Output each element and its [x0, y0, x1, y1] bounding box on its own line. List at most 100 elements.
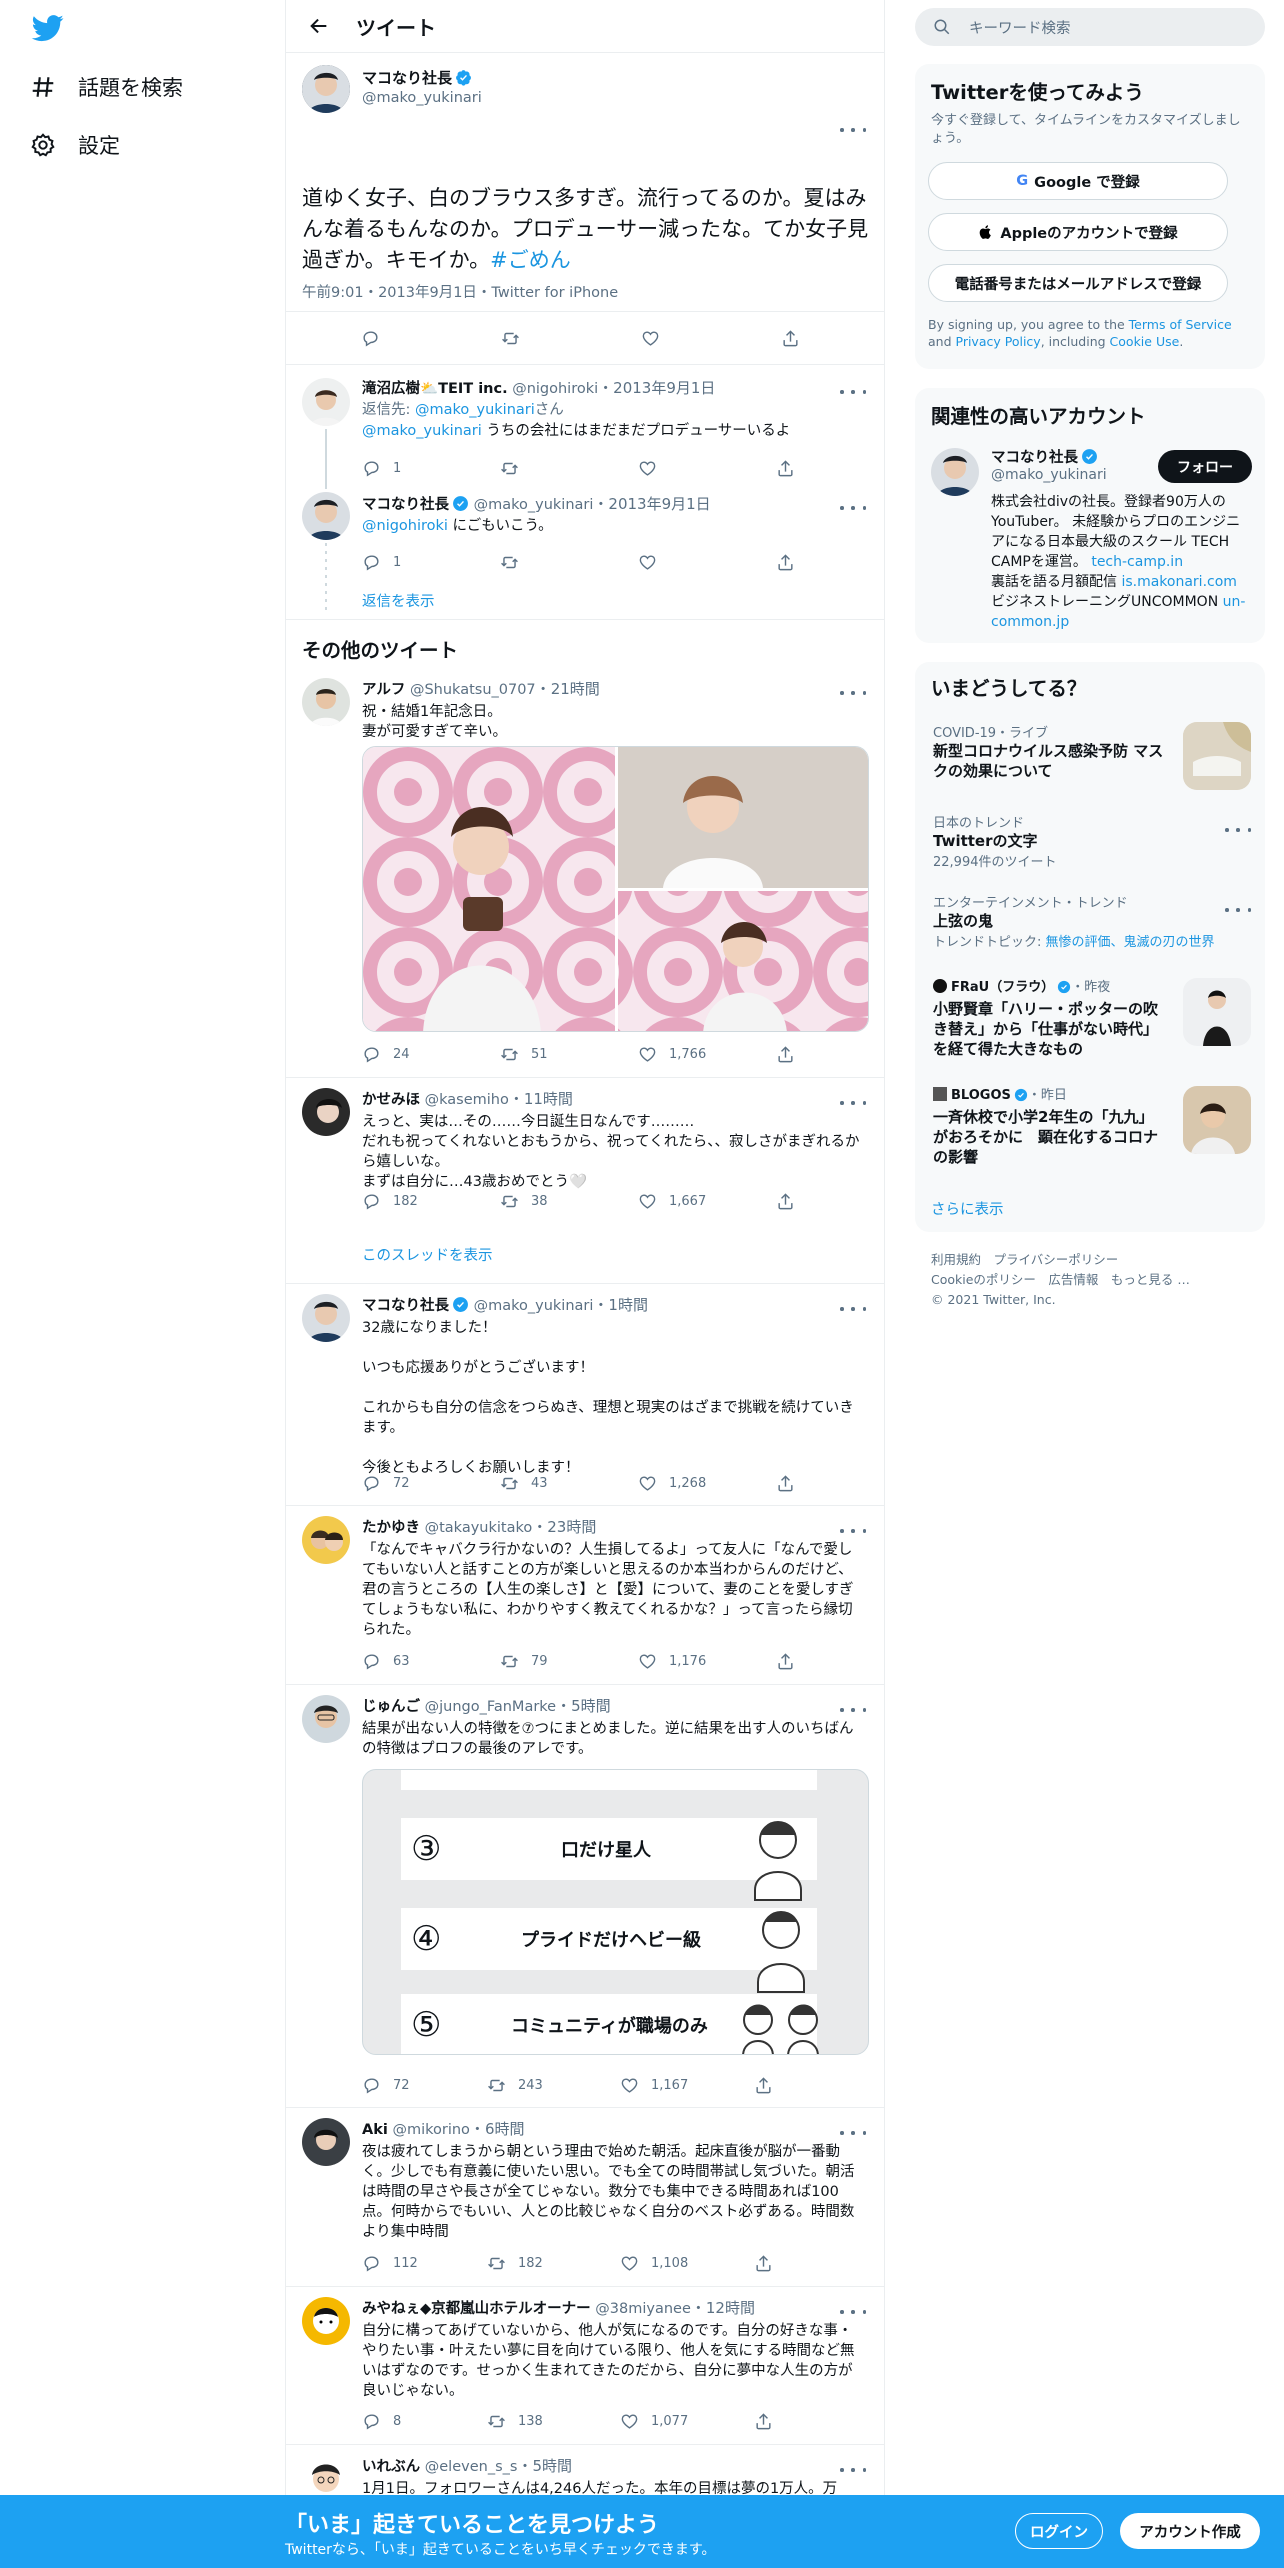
- tweet-source[interactable]: Twitter for iPhone: [491, 285, 618, 301]
- tweet-time[interactable]: 21時間: [551, 680, 600, 698]
- share-icon[interactable]: [776, 1474, 795, 1493]
- tweet-time[interactable]: 6時間: [485, 2120, 525, 2138]
- like-icon[interactable]: [638, 553, 657, 572]
- tweet-date[interactable]: 2013年9月1日: [608, 495, 710, 513]
- phone-email-signup-button[interactable]: 電話番号またはメールアドレスで登録: [928, 264, 1228, 302]
- tweet-date[interactable]: 2013年9月1日: [378, 285, 477, 301]
- avatar[interactable]: [302, 678, 350, 726]
- avatar[interactable]: [302, 492, 350, 540]
- share-icon[interactable]: [776, 553, 795, 572]
- author-name[interactable]: アルフ: [362, 682, 405, 698]
- reply-icon[interactable]: 72: [362, 2076, 410, 2095]
- tweet[interactable]: Aki @mikorino・6時間 夜は疲れてしまうから朝という理由で始めた朝活…: [286, 2108, 884, 2287]
- author-handle[interactable]: @mako_yukinari: [474, 1298, 594, 1314]
- avatar[interactable]: [302, 1695, 350, 1743]
- author-name[interactable]: マコなり社長: [362, 1298, 449, 1314]
- cookie-link[interactable]: Cookie Use: [1110, 334, 1180, 349]
- author-handle[interactable]: @mikorino: [392, 2122, 469, 2138]
- avatar[interactable]: [931, 448, 979, 496]
- tweet-time[interactable]: 23時間: [547, 1518, 596, 1536]
- nav-explore[interactable]: 話題を検索: [28, 67, 183, 107]
- retweet-icon[interactable]: [501, 329, 520, 348]
- related-handle[interactable]: @mako_yukinari: [991, 467, 1107, 483]
- like-icon[interactable]: 1,667: [638, 1192, 706, 1211]
- retweet-icon[interactable]: 243: [487, 2076, 543, 2095]
- avatar[interactable]: [302, 65, 350, 113]
- infographic-image[interactable]: ③ 口だけ星人 ④ プライドだけヘビー級 ⑤ コミュニティが職場のみ: [362, 1769, 869, 2055]
- reply-icon[interactable]: 24: [362, 1045, 410, 1064]
- bio-link[interactable]: is.makonari.com: [1121, 574, 1236, 590]
- related-name[interactable]: マコなり社長: [991, 450, 1078, 466]
- reply-icon[interactable]: 182: [362, 1192, 418, 1211]
- tweet[interactable]: たかゆき @takayukitako・23時間 「なんでキャバクラ行かないの？人…: [286, 1506, 884, 1685]
- like-icon[interactable]: 1,077: [620, 2412, 688, 2431]
- like-icon[interactable]: [638, 459, 657, 478]
- reply-icon[interactable]: 1: [362, 553, 401, 572]
- show-replies-link[interactable]: 返信を表示: [362, 590, 435, 611]
- avatar[interactable]: [302, 2118, 350, 2166]
- more-options-icon[interactable]: [840, 2126, 866, 2140]
- author-handle[interactable]: @jungo_FanMarke: [425, 1699, 556, 1715]
- bio-link[interactable]: tech-camp.in: [1091, 554, 1183, 570]
- reply-icon[interactable]: [361, 329, 380, 348]
- share-icon[interactable]: [754, 2254, 773, 2273]
- more-options-icon[interactable]: [840, 2305, 866, 2319]
- retweet-icon[interactable]: 43: [500, 1474, 548, 1493]
- tweet-time[interactable]: 11時間: [524, 1090, 573, 1108]
- avatar[interactable]: [302, 2297, 350, 2345]
- reply-icon[interactable]: 112: [362, 2254, 418, 2273]
- reply-icon[interactable]: 1: [362, 459, 401, 478]
- author-handle[interactable]: @mako_yukinari: [474, 497, 594, 513]
- tweet-time[interactable]: 午前9:01: [302, 285, 364, 301]
- author-name[interactable]: じゅんご: [362, 1699, 420, 1715]
- trend-item[interactable]: エンターテインメント・トレンド 上弦の鬼 トレンドトピック: 無惨の評価、鬼滅の…: [933, 892, 1253, 950]
- tweet-time[interactable]: 12時間: [706, 2299, 755, 2317]
- footer-line[interactable]: 利用規約 プライバシーポリシー: [931, 1250, 1190, 1270]
- author-handle[interactable]: @eleven_s_s: [425, 2459, 518, 2475]
- author-handle[interactable]: @mako_yukinari: [362, 90, 482, 106]
- author-name[interactable]: たかゆき: [362, 1520, 420, 1536]
- author-name[interactable]: みやねぇ◆京都嵐山ホテルオーナー: [362, 2301, 591, 2317]
- more-options-icon[interactable]: [840, 123, 866, 137]
- share-icon[interactable]: [776, 1652, 795, 1671]
- twitter-logo-icon[interactable]: [30, 12, 66, 44]
- apple-signup-button[interactable]: Appleのアカウントで登録: [928, 213, 1228, 251]
- avatar[interactable]: [302, 1516, 350, 1564]
- avatar[interactable]: [302, 1294, 350, 1342]
- like-icon[interactable]: 1,167: [620, 2076, 688, 2095]
- like-icon[interactable]: 1,766: [638, 1045, 706, 1064]
- back-arrow-icon[interactable]: [304, 11, 334, 41]
- avatar[interactable]: [302, 1088, 350, 1136]
- reply-icon[interactable]: 72: [362, 1474, 410, 1493]
- mention-link[interactable]: @nigohiroki: [362, 518, 448, 534]
- trend-related-links[interactable]: 無惨の評価、鬼滅の刃の世界: [1046, 935, 1215, 950]
- more-options-icon[interactable]: [840, 686, 866, 700]
- tweet[interactable]: みやねぇ◆京都嵐山ホテルオーナー @38miyanee・12時間 自分に構ってあ…: [286, 2287, 884, 2445]
- more-options-icon[interactable]: [1225, 903, 1251, 917]
- like-icon[interactable]: 1,268: [638, 1474, 706, 1493]
- tweet[interactable]: じゅんご @jungo_FanMarke・5時間 結果が出ない人の特徴を⑦つにま…: [286, 1685, 884, 2108]
- author-handle[interactable]: @Shukatsu_0707: [410, 682, 536, 698]
- retweet-icon[interactable]: 51: [500, 1045, 548, 1064]
- author-name[interactable]: Aki: [362, 2122, 388, 2138]
- retweet-icon[interactable]: 138: [487, 2412, 543, 2431]
- signup-button[interactable]: アカウント作成: [1120, 2513, 1260, 2549]
- retweet-icon[interactable]: [500, 459, 519, 478]
- retweet-icon[interactable]: 182: [487, 2254, 543, 2273]
- like-icon[interactable]: 1,108: [620, 2254, 688, 2273]
- share-icon[interactable]: [776, 1045, 795, 1064]
- tweet[interactable]: かせみほ @kasemiho・11時間 えっと、実は…その……今日誕生日なんです…: [286, 1078, 884, 1284]
- show-thread-link[interactable]: このスレッドを表示: [362, 1244, 493, 1265]
- more-options-icon[interactable]: [840, 1302, 866, 1316]
- author-handle[interactable]: @kasemiho: [425, 1092, 509, 1108]
- follow-button[interactable]: フォロー: [1158, 450, 1252, 483]
- mention-link[interactable]: @mako_yukinari: [362, 423, 482, 439]
- more-options-icon[interactable]: [840, 1703, 866, 1717]
- reply-icon[interactable]: 8: [362, 2412, 401, 2431]
- more-options-icon[interactable]: [840, 385, 866, 399]
- tweet[interactable]: マコなり社長 @mako_yukinari・1時間 32歳になりました！ いつも…: [286, 1284, 884, 1506]
- share-icon[interactable]: [781, 329, 800, 348]
- more-options-icon[interactable]: [840, 1524, 866, 1538]
- avatar[interactable]: [302, 378, 350, 426]
- author-handle[interactable]: @nigohiroki: [512, 381, 598, 397]
